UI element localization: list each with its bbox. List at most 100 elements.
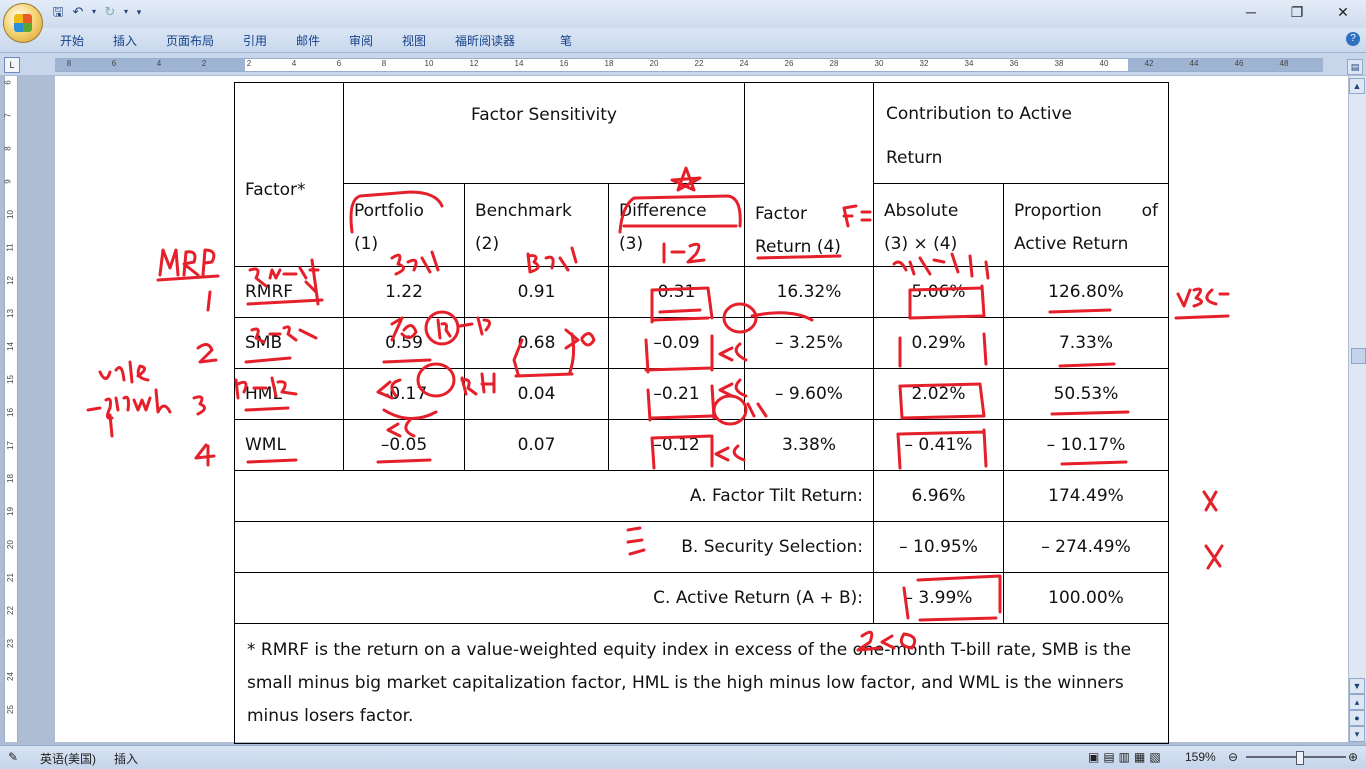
table-row: HML –0.17 0.04 –0.21 – 9.60% 2.02% 50.53… [234,368,1169,420]
redo-dropdown-icon[interactable]: ▾ [122,4,130,20]
portfolio-label: Portfolio [354,201,424,221]
office-button[interactable] [3,3,43,43]
contribution-header: Contribution to Active Return [873,82,1169,184]
vruler-tick-label: 14 [5,342,15,351]
summary-label: B. Security Selection: [234,521,874,573]
row-factor-return: 16.32% [744,266,874,318]
difference-header: Difference (3) [608,183,745,267]
summary-proportion: – 274.49% [1003,521,1169,573]
summary-absolute: – 3.99% [873,572,1004,624]
zoom-in-icon[interactable]: ⊕ [1348,750,1358,764]
factor-table: Factor* Factor Sensitivity Factor Return… [234,82,1169,744]
ruler-tick-label: 4 [156,59,162,68]
insert-mode-status[interactable]: 插入 [114,750,138,767]
tab-view[interactable]: 视图 [402,32,426,49]
tab-home[interactable]: 开始 [60,32,84,49]
row-benchmark: 0.68 [464,317,609,369]
next-page-icon[interactable]: ▾ [1349,726,1365,742]
vertical-scrollbar[interactable]: ▲ ▼ ▴ ● ▾ [1349,76,1366,742]
benchmark-num: (2) [475,234,500,254]
close-icon[interactable]: ✕ [1320,0,1366,24]
status-bar: ✎ 英语(美国) 插入 ▣▤▥▦▧ 159% ⊖ ⊕ [0,745,1366,769]
scroll-thumb[interactable] [1351,348,1366,364]
table-row: SMB 0.59 0.68 –0.09 – 3.25% 0.29% 7.33% [234,317,1169,369]
document-page[interactable]: Factor* Factor Sensitivity Factor Return… [55,76,1348,744]
tab-foxit-reader[interactable]: 福昕阅读器 [455,32,515,49]
ruler-tick-label: 8 [66,59,72,68]
summary-row: C. Active Return (A + B): – 3.99% 100.00… [234,572,1169,624]
ruler-tick-label: 6 [336,59,342,68]
customize-toolbar-icon[interactable]: ▾ [134,4,144,20]
ruler-tick-label: 34 [964,59,974,68]
difference-num: (3) [619,234,644,254]
proportion-label-2: Active Return [1014,234,1129,254]
table-row: WML –0.05 0.07 –0.12 3.38% – 0.41% – 10.… [234,419,1169,471]
vruler-tick-label: 19 [5,507,15,516]
row-proportion: 50.53% [1003,368,1169,420]
ruler-tick-label: 38 [1054,59,1064,68]
tab-selector[interactable]: L [4,57,20,73]
ruler-tick-label: 26 [784,59,794,68]
ruler-left-margin [55,59,245,71]
row-difference: 0.31 [608,266,745,318]
vruler-tick-label: 16 [5,408,15,417]
save-icon[interactable]: 🖫 [50,4,66,20]
vruler-tick-label: 18 [5,474,15,483]
portfolio-num: (1) [354,234,379,254]
row-proportion: 7.33% [1003,317,1169,369]
tab-page-layout[interactable]: 页面布局 [166,32,214,49]
vruler-tick-label: 9 [3,179,13,184]
vertical-ruler[interactable]: 6 7 8 9 10 11 12 13 14 15 16 17 18 19 20 21 22 23 24 25 [4,76,18,742]
office-logo-icon [14,14,32,32]
ruler-tick-label: 30 [874,59,884,68]
zoom-level[interactable]: 159% [1185,750,1216,764]
tab-mailings[interactable]: 邮件 [296,32,320,49]
vruler-tick-label: 10 [5,210,15,219]
ruler-tick-label: 6 [111,59,117,68]
summary-absolute: – 10.95% [873,521,1004,573]
portfolio-header: Portfolio (1) [343,183,465,267]
ruler-tick-label: 36 [1009,59,1019,68]
benchmark-label: Benchmark [475,201,572,221]
zoom-out-icon[interactable]: ⊖ [1228,750,1238,764]
vruler-tick-label: 11 [5,243,15,252]
view-buttons[interactable]: ▣▤▥▦▧ [1088,750,1165,764]
row-benchmark: 0.91 [464,266,609,318]
tab-insert[interactable]: 插入 [113,32,137,49]
redo-icon[interactable]: ↻ [102,4,118,20]
summary-absolute: 6.96% [873,470,1004,522]
vruler-tick-label: 8 [3,146,13,151]
language-status[interactable]: 英语(美国) [40,750,96,767]
scroll-down-icon[interactable]: ▼ [1349,678,1365,694]
spellcheck-icon[interactable]: ✎ [8,750,18,764]
minimize-icon[interactable]: ─ [1228,0,1274,24]
vruler-tick-label: 13 [5,309,15,318]
summary-row: A. Factor Tilt Return: 6.96% 174.49% [234,470,1169,522]
tab-review[interactable]: 审阅 [349,32,373,49]
ruler-tick-label: 2 [201,59,207,68]
undo-icon[interactable]: ↶ [70,4,86,20]
row-factor: WML [234,419,344,471]
proportion-label: Proportion of [1014,201,1158,221]
ruler-tick-label: 4 [291,59,297,68]
row-absolute: 5.06% [873,266,1004,318]
restore-icon[interactable]: ❐ [1274,0,1320,24]
horizontal-ruler[interactable]: 8 6 4 2 2 4 6 8 10 12 14 16 18 20 22 24 26 28 30 32 34 36 38 40… [55,58,1323,72]
view-ruler-icon[interactable]: ▤ [1347,59,1363,75]
factor-header: Factor* [234,82,344,267]
undo-dropdown-icon[interactable]: ▾ [90,4,98,20]
ruler-tick-label: 10 [424,59,434,68]
zoom-slider-knob[interactable] [1296,751,1304,765]
ruler-tick-label: 44 [1189,59,1199,68]
tab-references[interactable]: 引用 [243,32,267,49]
scroll-up-icon[interactable]: ▲ [1349,78,1365,94]
help-icon[interactable]: ? [1346,32,1360,46]
zoom-slider[interactable] [1246,751,1346,765]
ribbon-tabs: 开始 插入 页面布局 引用 邮件 审阅 视图 福昕阅读器 笔 ? [0,28,1366,53]
ruler-tick-label: 42 [1144,59,1154,68]
ruler-tick-label: 2 [246,59,252,68]
row-absolute: 0.29% [873,317,1004,369]
prev-page-icon[interactable]: ▴ [1349,694,1365,710]
tab-pen[interactable]: 笔 [560,32,572,49]
select-browse-object-icon[interactable]: ● [1349,710,1365,726]
